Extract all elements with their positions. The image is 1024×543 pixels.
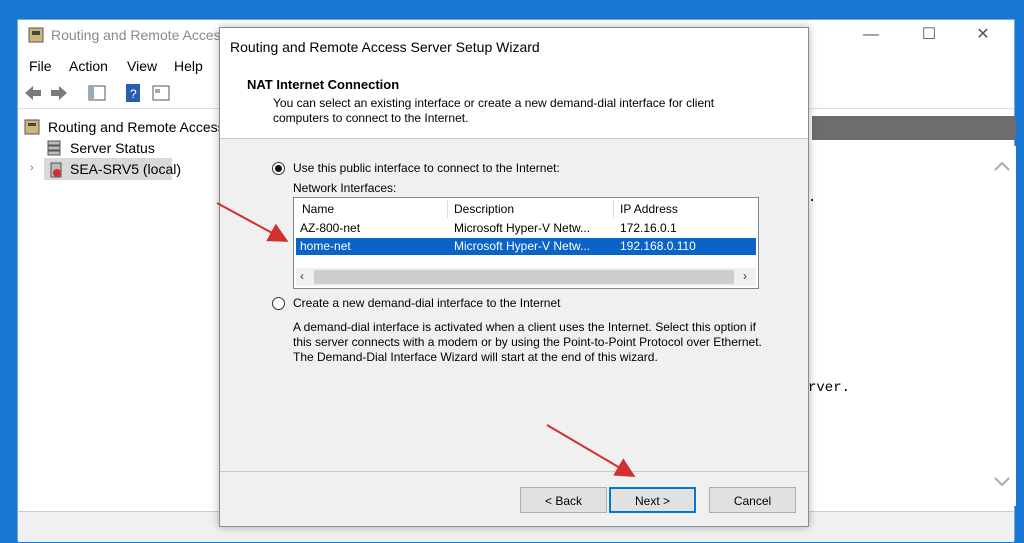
annotation-arrow-to-next bbox=[546, 424, 636, 478]
annotation-arrows bbox=[216, 202, 636, 478]
annotation-arrow-to-home-net bbox=[216, 202, 289, 242]
